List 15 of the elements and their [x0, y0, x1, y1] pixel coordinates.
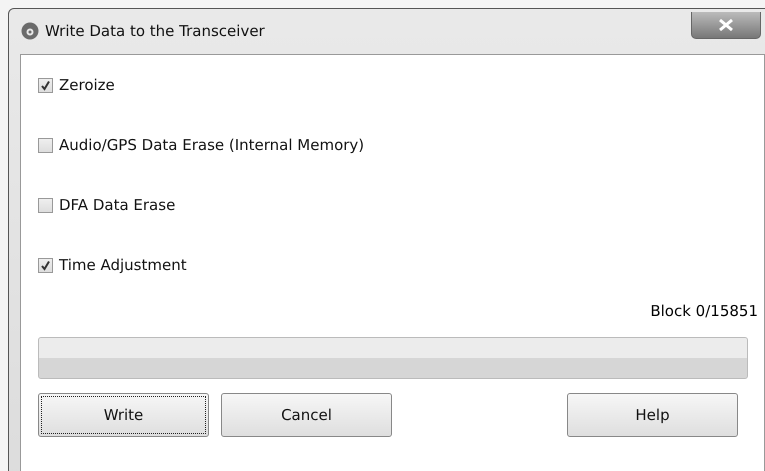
dialog-button[interactable]: Cancel: [221, 393, 392, 437]
checkbox-label: Audio/GPS Data Erase (Internal Memory): [59, 136, 364, 154]
close-button[interactable]: [691, 12, 761, 38]
checkbox[interactable]: [38, 258, 53, 272]
checkbox[interactable]: [38, 138, 53, 152]
dialog-button[interactable]: Write: [38, 393, 209, 437]
checkbox[interactable]: [38, 198, 53, 212]
checkbox-label: Time Adjustment: [59, 256, 187, 274]
checkbox-label: Zeroize: [59, 76, 115, 94]
dialog-button[interactable]: Help: [567, 393, 738, 437]
block-counter: Block 0/15851: [650, 302, 758, 320]
checkbox-label: DFA Data Erase: [59, 196, 176, 214]
window-title: Write Data to the Transceiver: [45, 22, 265, 40]
checkbox[interactable]: [38, 78, 53, 92]
close-icon: [718, 18, 734, 30]
